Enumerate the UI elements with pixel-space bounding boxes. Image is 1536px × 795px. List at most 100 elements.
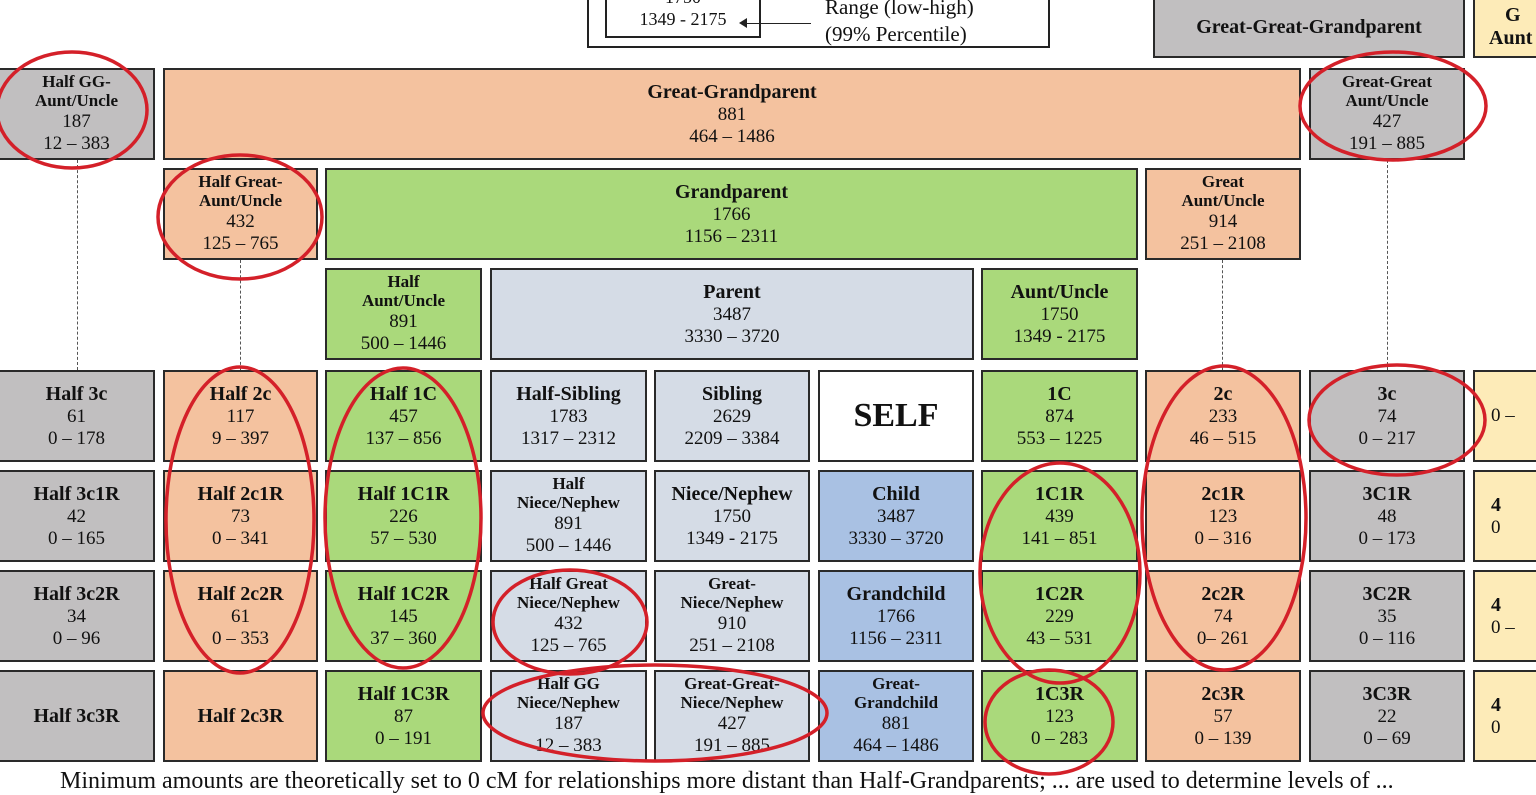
cell-average: 1783 (549, 405, 588, 427)
cell-title: Half 1C1R (357, 482, 450, 505)
cell-range: 0 – 316 (1194, 527, 1252, 549)
cell-half-3c1r: Half 3c1R 42 0 – 165 (0, 470, 155, 562)
cell-average: 1750 (713, 505, 751, 527)
cell-title: Great-Grandchild (853, 674, 939, 713)
cell-average: 61 (231, 605, 250, 627)
cell-average: 145 (389, 605, 418, 627)
cell-title: 2c2R (1201, 582, 1245, 605)
cell-range: 12 – 383 (43, 132, 110, 154)
cell-grandparent: Grandparent 1766 1156 – 2311 (325, 168, 1138, 260)
cell-title: Half 3c3R (33, 704, 120, 727)
cell-title: Aunt/Uncle (1010, 280, 1109, 303)
cell-average: 874 (1045, 405, 1074, 427)
cell-great-great-aunt-uncle: Great-Great Aunt/Uncle 427 191 – 885 (1309, 68, 1465, 160)
arrow-left-icon (739, 18, 811, 28)
cell-average: 457 (389, 405, 418, 427)
cell-title: Great-Great-Grandparent (1196, 15, 1422, 38)
cell-average: 34 (67, 605, 86, 627)
cell-range: 43 – 531 (1026, 627, 1093, 649)
cell-range: 191 – 885 (694, 734, 770, 756)
cell-title: Half 3c (45, 382, 108, 405)
cell-range: 1349 - 2175 (1013, 325, 1106, 347)
cell-great-aunt-uncle: Great Aunt/Uncle 914 251 – 2108 (1145, 168, 1301, 260)
cell-title: Grandparent (675, 180, 788, 203)
cell-range: 1349 - 2175 (686, 527, 778, 549)
legend-example-box: 1750 1349 - 2175 (605, 0, 761, 38)
cell-aunt-uncle: Aunt/Uncle 1750 1349 - 2175 (981, 268, 1138, 360)
cell-1c1r: 1C1R 439 141 – 851 (981, 470, 1138, 562)
cell-half-1c2r: Half 1C2R 145 37 – 360 (325, 570, 482, 662)
cell-half-3c3r: Half 3c3R (0, 670, 155, 762)
cell-range: 0 (1491, 516, 1501, 538)
legend-range-example: 1349 - 2175 (639, 9, 727, 29)
cell-average: 42 (67, 505, 86, 527)
cell-average: 881 (881, 712, 911, 734)
cell-self: SELF (818, 370, 974, 462)
cell-average: 3487 (877, 505, 915, 527)
cell-4: 40 – (1473, 570, 1536, 662)
connector-line (240, 260, 241, 370)
cell-average: 229 (1045, 605, 1074, 627)
cell-range: 0 – 69 (1363, 727, 1411, 749)
cell-average: 233 (1208, 405, 1238, 427)
cell-average: 226 (389, 505, 418, 527)
cell-2c: 2c 233 46 – 515 (1145, 370, 1301, 462)
cell-title: Half 2c1R (197, 482, 284, 505)
cell-half-sibling: Half-Sibling 1783 1317 – 2312 (490, 370, 647, 462)
cell-average: 123 (1208, 505, 1238, 527)
connector-line (1222, 260, 1223, 370)
cell-3c: 3c 74 0 – 217 (1309, 370, 1465, 462)
cell-range: 3330 – 3720 (684, 325, 780, 347)
cell-range: 500 – 1446 (360, 332, 447, 354)
cell-great-niece-nephew: Great-Niece/Nephew 910 251 – 2108 (654, 570, 810, 662)
cell-half-great-niece-nephew: Half Great Niece/Nephew 432 125 – 765 (490, 570, 647, 662)
cell-range: 125 – 765 (530, 634, 607, 656)
cell-title: Parent (703, 280, 761, 303)
cell-title: Half 1C2R (357, 582, 450, 605)
cell-average: 22 (1377, 705, 1397, 727)
cell-half-3c: Half 3c 61 0 – 178 (0, 370, 155, 462)
cell-range: 191 – 885 (1349, 132, 1425, 154)
cell-partial-right-top: G Aunt (1473, 0, 1536, 58)
cell-great-grandparent: Great-Grandparent 881 464 – 1486 (163, 68, 1301, 160)
cell-range: 464 – 1486 (853, 734, 939, 756)
cell-half-1c1r: Half 1C1R 226 57 – 530 (325, 470, 482, 562)
cell-title: Great-Grandparent (647, 80, 817, 103)
cell-sibling: Sibling 2629 2209 – 3384 (654, 370, 810, 462)
connector-line (1387, 160, 1388, 370)
cell-title: 1C2R (1035, 582, 1084, 605)
cell-title: Great-Great Aunt/Uncle (1342, 72, 1432, 111)
cell-half-3c2r: Half 3c2R 34 0 – 96 (0, 570, 155, 662)
cell-2c3r: 2c3R 57 0 – 139 (1145, 670, 1301, 762)
cell-range: 0 – 283 (1031, 727, 1088, 749)
cell-half-great-aunt-uncle: Half Great-Aunt/Uncle 432 125 – 765 (163, 168, 318, 260)
cell-title: G (1505, 4, 1521, 26)
cell-title: 3C2R (1362, 582, 1412, 605)
cell-great-great-niece-nephew: Great-Great-Niece/Nephew 427 191 – 885 (654, 670, 810, 762)
cell-niece-nephew: Niece/Nephew 1750 1349 - 2175 (654, 470, 810, 562)
cell-range: 2209 – 3384 (684, 427, 780, 449)
cell-range: 12 – 383 (535, 734, 602, 756)
cell-1c2r: 1C2R 229 43 – 531 (981, 570, 1138, 662)
legend-percentile-label: (99% Percentile) (825, 22, 967, 46)
cell-title: Half 1C (369, 382, 438, 405)
cell-half-gg-aunt-uncle: Half GG-Aunt/Uncle 187 12 – 383 (0, 68, 155, 160)
cell-half-2c: Half 2c 117 9 – 397 (163, 370, 318, 462)
cell-title: Half 1C3R (357, 682, 450, 705)
cell-range: 1156 – 2311 (849, 627, 943, 649)
cell-average: 432 (226, 210, 255, 232)
cell-title: SELF (853, 397, 939, 435)
cell-range: 0 – 191 (375, 727, 432, 749)
cell-title: Sibling (701, 382, 763, 405)
cell-range: 46 – 515 (1189, 427, 1257, 449)
cell-3c1r: 3C1R 48 0 – 173 (1309, 470, 1465, 562)
cell-half-1c3r: Half 1C3R 87 0 – 191 (325, 670, 482, 762)
cell-title: 4 (1491, 593, 1501, 616)
cell-title: Half-Sibling (516, 382, 621, 405)
cell-range: 0 – 217 (1358, 427, 1416, 449)
cell-range: 57 – 530 (370, 527, 437, 549)
cell-title: 1C1R (1035, 482, 1084, 505)
cell-4: 40 (1473, 670, 1536, 762)
cell-range: 0 – (1491, 616, 1515, 638)
cell-title: 3c (1377, 382, 1397, 405)
